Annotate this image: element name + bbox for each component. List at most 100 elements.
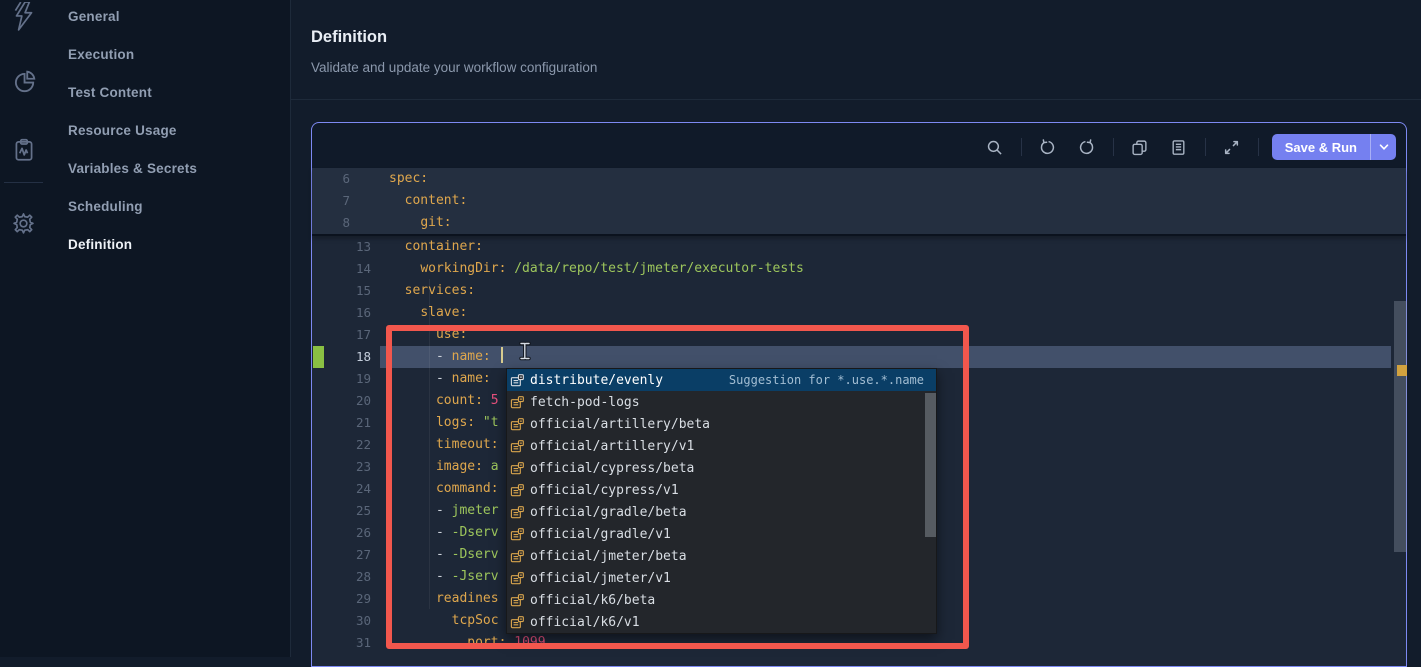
code-token: content: [405, 193, 468, 208]
code-token: git: [420, 215, 451, 230]
save-and-run-label: Save & Run [1272, 134, 1370, 160]
code-token: a [483, 459, 499, 474]
copy-icon[interactable] [1127, 134, 1153, 160]
code-text: image: a [389, 456, 499, 478]
suggestion-icon [510, 571, 525, 586]
chevron-down-icon[interactable] [1371, 134, 1396, 160]
code-line[interactable]: 15 services: [312, 280, 1406, 302]
code-token: readines [436, 591, 499, 606]
lightning-icon[interactable] [0, 0, 47, 34]
line-number: 22 [312, 434, 371, 456]
line-number: 30 [312, 610, 371, 632]
expand-icon[interactable] [1219, 134, 1245, 160]
code-token: logs: [436, 415, 475, 430]
undo-icon[interactable] [1035, 134, 1061, 160]
line-number: 8 [312, 212, 350, 234]
divider [1113, 138, 1114, 156]
code-token: jmeter [452, 503, 499, 518]
code-token: /data/repo/test/jmeter/executor-tests [506, 261, 803, 276]
code-text: services: [389, 280, 475, 302]
search-icon[interactable] [982, 134, 1008, 160]
document-icon[interactable] [1166, 134, 1192, 160]
code-line[interactable]: 7 content: [312, 190, 1406, 212]
sidebar-item-test-content[interactable]: Test Content [68, 85, 152, 100]
sidebar-item-general[interactable]: General [68, 9, 120, 24]
suggestion-icon [510, 527, 525, 542]
suggestion-item-official-cypress-beta[interactable]: official/cypress/beta [507, 457, 936, 479]
line-number: 24 [312, 478, 371, 500]
sidebar-item-resource-usage[interactable]: Resource Usage [68, 123, 177, 138]
sidebar-item-definition[interactable]: Definition [68, 237, 132, 252]
code-text: container: [389, 236, 483, 258]
page-subtitle: Validate and update your workflow config… [311, 60, 911, 75]
code-token: 1099 [506, 635, 545, 650]
divider [4, 182, 43, 183]
code-token [389, 305, 420, 320]
suggestion-item-official-k6-v1[interactable]: official/k6/v1 [507, 611, 936, 633]
suggestion-item-official-artillery-v1[interactable]: official/artillery/v1 [507, 435, 936, 457]
code-token [389, 193, 405, 208]
suggestion-item-official-artillery-beta[interactable]: official/artillery/beta [507, 413, 936, 435]
code-line[interactable]: 31 port: 1099 [312, 632, 1406, 654]
line-number: 15 [312, 280, 371, 302]
code-token: services: [405, 283, 475, 298]
suggestion-item-official-gradle-v1[interactable]: official/gradle/v1 [507, 523, 936, 545]
code-token [389, 635, 467, 650]
pie-chart-icon[interactable] [0, 65, 47, 99]
code-token [389, 613, 452, 628]
report-icon[interactable] [0, 133, 47, 167]
sidebar-item-scheduling[interactable]: Scheduling [68, 199, 143, 214]
code-token: -Jserv [452, 569, 499, 584]
code-line[interactable]: 8 git: [312, 212, 1406, 234]
suggestion-item-fetch-pod-logs[interactable]: fetch-pod-logs [507, 391, 936, 413]
sidebar-item-execution[interactable]: Execution [68, 47, 134, 62]
settings-icon[interactable] [0, 206, 47, 240]
suggestion-item-official-gradle-beta[interactable]: official/gradle/beta [507, 501, 936, 523]
suggestion-label: official/artillery/beta [530, 417, 710, 432]
suggestion-icon [510, 461, 525, 476]
suggestion-item-official-jmeter-beta[interactable]: official/jmeter/beta [507, 545, 936, 567]
line-number: 27 [312, 544, 371, 566]
code-token: - [389, 547, 452, 562]
code-token: name: [452, 349, 491, 364]
divider [291, 99, 1421, 100]
code-line[interactable]: 18 - name: [312, 346, 1406, 368]
suggestion-label: official/k6/beta [530, 593, 655, 608]
suggestion-item-official-cypress-v1[interactable]: official/cypress/v1 [507, 479, 936, 501]
code-text: command: [389, 478, 499, 500]
text-caret [501, 347, 503, 363]
suggestion-icon [510, 395, 525, 410]
suggestion-item-official-k6-beta[interactable]: official/k6/beta [507, 589, 936, 611]
suggestion-icon [510, 439, 525, 454]
save-and-run-button[interactable]: Save & Run [1272, 134, 1396, 160]
code-token: use: [436, 327, 467, 342]
code-line[interactable]: 6spec: [312, 168, 1406, 190]
line-number: 13 [312, 236, 371, 258]
code-token: port: [467, 635, 506, 650]
sidebar-item-variables-secrets[interactable]: Variables & Secrets [68, 161, 197, 176]
code-token: name: [452, 371, 491, 386]
divider [1205, 138, 1206, 156]
line-number: 14 [312, 258, 371, 280]
redo-icon[interactable] [1074, 134, 1100, 160]
editor-scrollbar[interactable] [1394, 301, 1407, 552]
divider [1258, 138, 1259, 156]
code-line[interactable]: 13 container: [312, 236, 1406, 258]
code-token: - [389, 371, 452, 386]
code-text: git: [389, 212, 452, 234]
code-text: port: 1099 [389, 632, 546, 654]
suggestion-scrollbar[interactable] [925, 393, 936, 537]
code-token [491, 371, 499, 386]
suggestion-item-distribute-evenly[interactable]: distribute/evenlySuggestion for *.use.*.… [507, 369, 936, 391]
code-token: - [389, 503, 452, 518]
suggestion-icon [510, 373, 525, 388]
code-text: tcpSoc [389, 610, 499, 632]
code-line[interactable]: 16 slave: [312, 302, 1406, 324]
suggestion-item-official-jmeter-v1[interactable]: official/jmeter/v1 [507, 567, 936, 589]
code-token: -Dserv [452, 525, 499, 540]
code-text: content: [389, 190, 467, 212]
code-line[interactable]: 17 use: [312, 324, 1406, 346]
indent-guide [429, 279, 430, 609]
code-token: slave: [420, 305, 467, 320]
code-line[interactable]: 14 workingDir: /data/repo/test/jmeter/ex… [312, 258, 1406, 280]
